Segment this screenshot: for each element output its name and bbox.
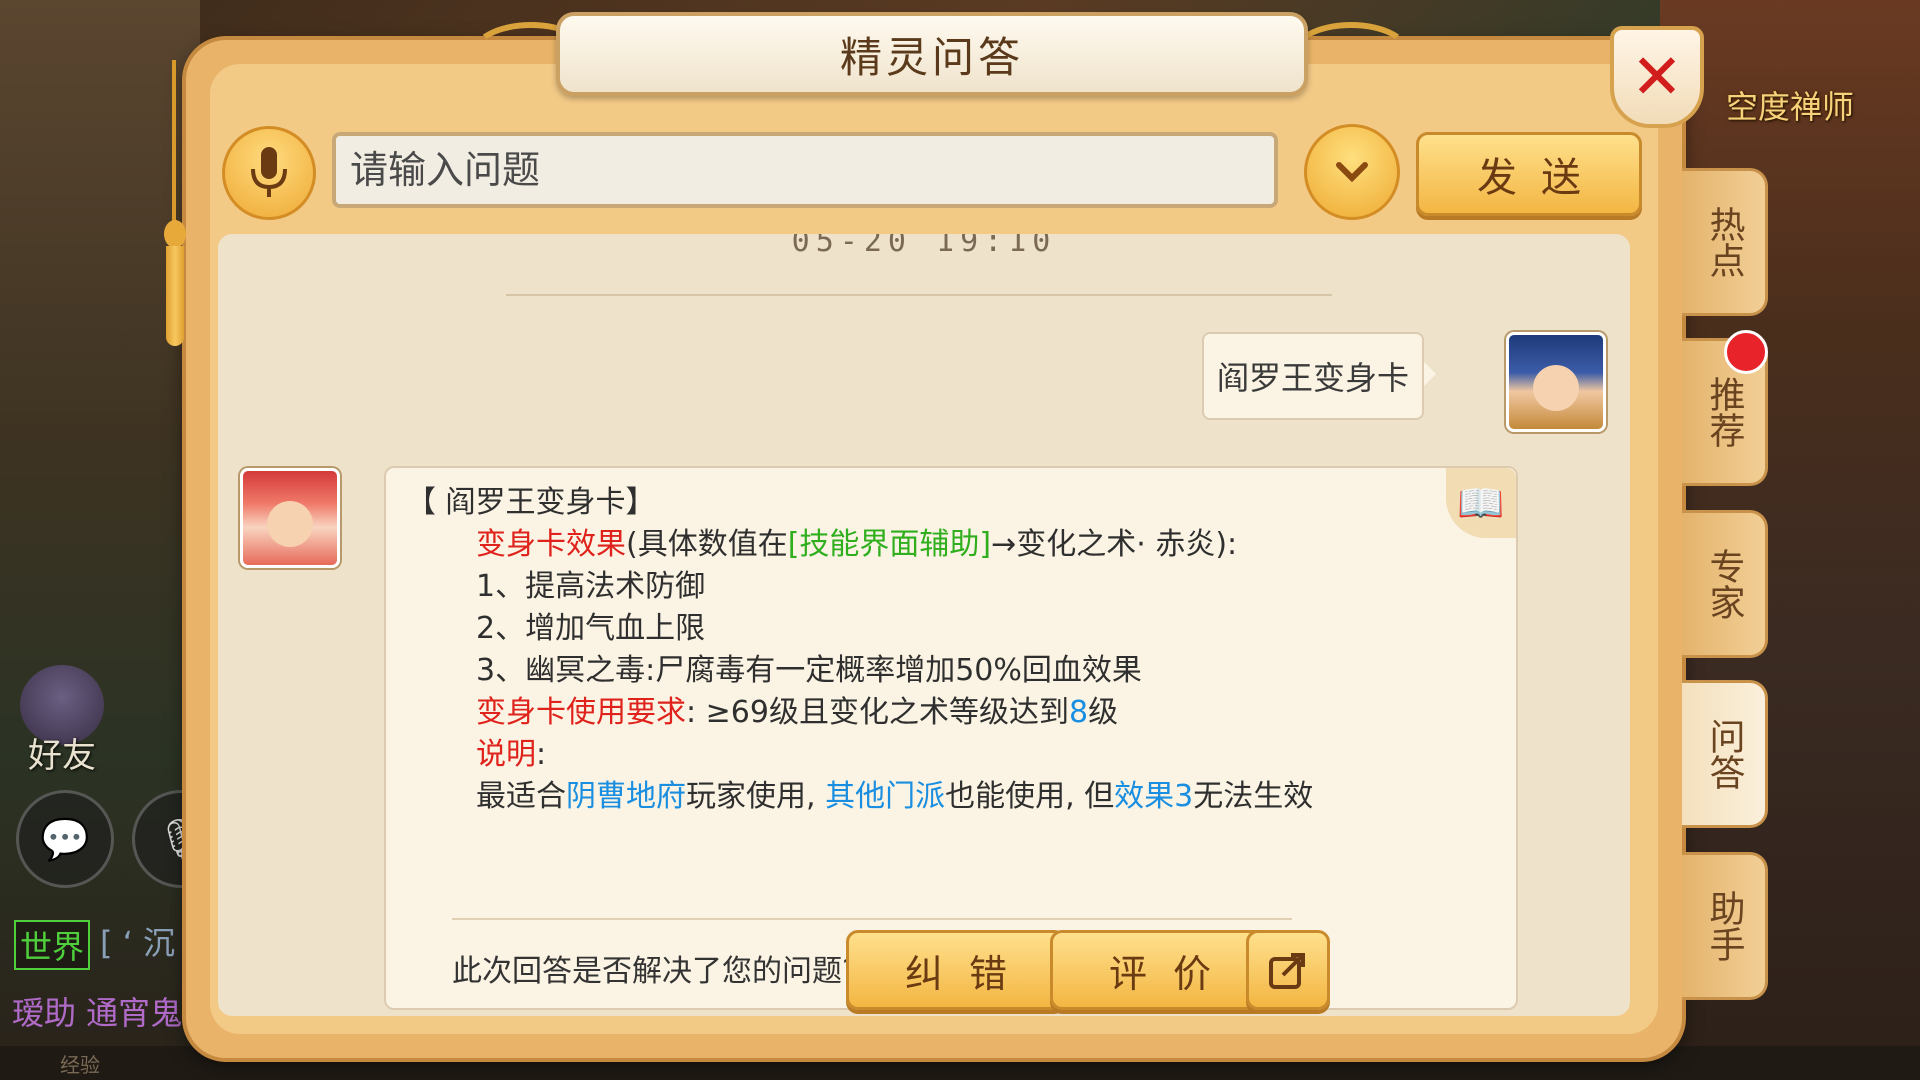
chat-area[interactable]: 05-20 19:10 阎罗王变身卡 📖 【 阎罗王变身卡】 变身卡效果(具体数… xyxy=(218,234,1630,1016)
history-dropdown-button[interactable] xyxy=(1304,124,1400,220)
skill-panel-link[interactable]: [技能界面辅助] xyxy=(788,527,991,562)
chat-line: 瑷助 通宵鬼 xyxy=(12,994,183,1032)
chat-channel-text: [ ‘ 沉 xyxy=(100,924,176,962)
effect-line: 变身卡效果(具体数值在[技能界面辅助]→变化之术· 赤炎): xyxy=(406,524,1313,566)
share-icon xyxy=(1269,953,1305,989)
note-label-line: 说明: xyxy=(406,734,1313,776)
note-pre: 最适合 xyxy=(476,779,566,814)
chat-bubble-icon[interactable]: 💬 xyxy=(16,790,114,888)
send-button[interactable]: 发送 xyxy=(1416,132,1642,216)
chat-channel-badge: 世界 xyxy=(14,920,91,970)
title-swirl-right xyxy=(1290,22,1412,88)
exp-label: 经验 xyxy=(60,1053,100,1077)
requirement-label: 变身卡使用要求 xyxy=(476,695,686,730)
feedback-question: 此次回答是否解决了您的问题? xyxy=(452,954,858,989)
tassel-ornament xyxy=(160,60,188,346)
answer-bubble: 📖 【 阎罗王变身卡】 变身卡效果(具体数值在[技能界面辅助]→变化之术· 赤炎… xyxy=(384,466,1518,1010)
requirement-level: 8 xyxy=(1068,695,1089,730)
timestamp-divider xyxy=(506,294,1332,296)
answer-heading: 【 阎罗王变身卡】 xyxy=(406,485,656,520)
friend-label[interactable]: 好友 xyxy=(28,728,96,777)
tab-recommend-label: 推荐 xyxy=(1703,376,1745,448)
user-avatar[interactable] xyxy=(1506,332,1606,432)
tab-expert[interactable]: 专家 xyxy=(1682,510,1768,658)
effect-post: →变化之术· 赤炎): xyxy=(991,527,1238,562)
tab-assistant[interactable]: 助手 xyxy=(1682,852,1768,1000)
effect-pre: (具体数值在 xyxy=(626,527,788,562)
user-message-text: 阎罗王变身卡 xyxy=(1216,359,1409,397)
requirement-pre: : ≥69级且变化之术等级达到 xyxy=(686,695,1069,730)
close-icon: ✕ xyxy=(1631,40,1683,113)
tab-qa-label: 问答 xyxy=(1703,718,1745,790)
note-post: 无法生效 xyxy=(1193,779,1314,814)
effect3-link[interactable]: 效果3 xyxy=(1114,779,1193,814)
effect-item-2: 2、增加气血上限 xyxy=(476,611,706,646)
effect-item-3: 3、幽冥之毒:尸腐毒有一定概率增加50%回血效果 xyxy=(476,653,1142,688)
user-message-bubble: 阎罗王变身卡 xyxy=(1202,332,1436,420)
question-input[interactable] xyxy=(332,132,1278,208)
note-line: 最适合阴曹地府玩家使用, 其他门派也能使用, 但效果3无法生效 xyxy=(406,776,1313,818)
note-label: 说明 xyxy=(476,737,536,772)
microphone-icon xyxy=(251,147,287,197)
answer-divider xyxy=(452,918,1292,920)
send-button-label: 发送 xyxy=(1477,155,1605,201)
dialog-title: 精灵问答 xyxy=(839,32,1024,82)
note-mid-1: 玩家使用, xyxy=(686,779,826,814)
tab-assistant-label: 助手 xyxy=(1703,890,1745,962)
correct-error-button[interactable]: 纠错 xyxy=(846,930,1066,1010)
tab-hot-label: 热点 xyxy=(1703,206,1745,278)
share-button[interactable] xyxy=(1246,930,1330,1010)
message-timestamp: 05-20 19:10 xyxy=(791,234,1057,259)
notification-dot xyxy=(1724,330,1768,374)
note-mid-2: 也能使用, 但 xyxy=(945,779,1115,814)
voice-input-button[interactable] xyxy=(222,126,316,220)
dialog-title-plate: 精灵问答 xyxy=(556,12,1308,96)
book-icon: 📖 xyxy=(1446,468,1516,538)
tab-hot[interactable]: 热点 xyxy=(1682,168,1768,316)
note-colon: : xyxy=(536,737,547,772)
faction-link-difu[interactable]: 阴曹地府 xyxy=(566,779,686,814)
requirement-line: 变身卡使用要求: ≥69级且变化之术等级达到8级 xyxy=(406,692,1313,734)
requirement-post: 级 xyxy=(1088,695,1119,730)
rate-label: 评价 xyxy=(1108,951,1237,996)
tab-expert-label: 专家 xyxy=(1703,548,1745,620)
close-button[interactable]: ✕ xyxy=(1610,26,1704,128)
faction-link-other[interactable]: 其他门派 xyxy=(825,779,945,814)
correct-error-label: 纠错 xyxy=(904,951,1033,996)
tab-qa[interactable]: 问答 xyxy=(1682,680,1768,828)
npc-name-label[interactable]: 空度禅师 xyxy=(1726,82,1854,128)
chevron-down-icon xyxy=(1336,162,1368,183)
sprite-avatar xyxy=(240,468,340,568)
effect-label: 变身卡效果 xyxy=(476,527,626,562)
answer-text: 【 阎罗王变身卡】 变身卡效果(具体数值在[技能界面辅助]→变化之术· 赤炎):… xyxy=(406,482,1313,818)
rate-button[interactable]: 评价 xyxy=(1050,930,1270,1010)
effect-item-1: 1、提高法术防御 xyxy=(476,569,706,604)
